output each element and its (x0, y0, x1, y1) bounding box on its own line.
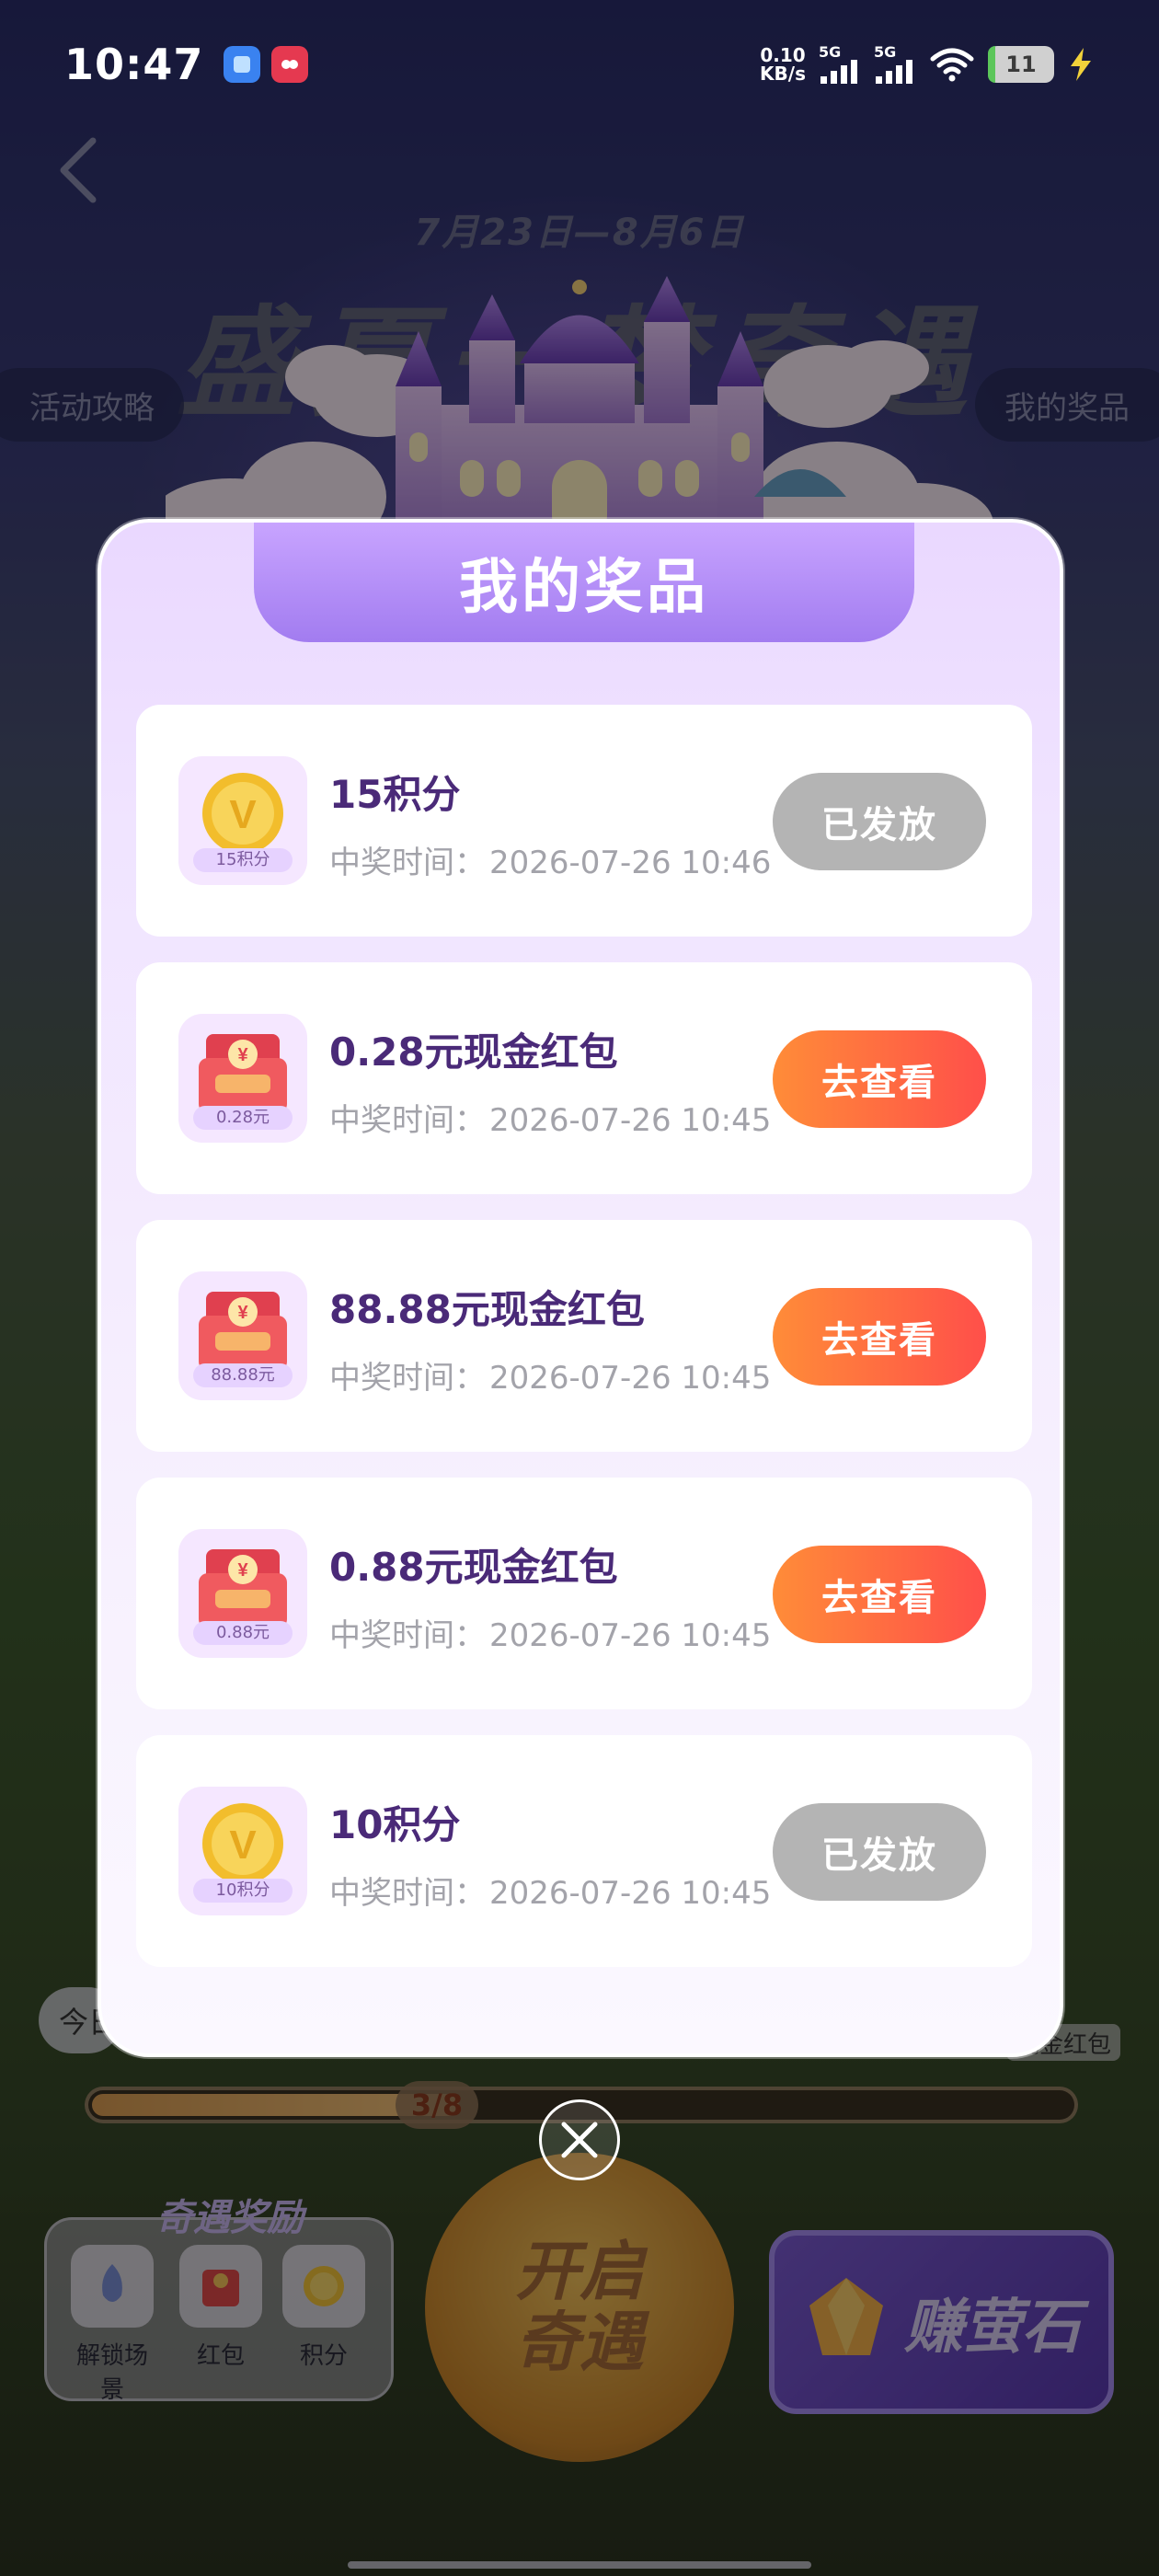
status-bar: 10:47 0.10 KB/s 5G 5G 11 (0, 0, 1159, 129)
prize-card: ¥ 0.88元 0.88元现金红包 中奖时间： 2026-07-26 10:45 … (136, 1478, 1032, 1709)
signal-bars-icon (820, 60, 857, 84)
svg-text:¥: ¥ (237, 1045, 248, 1065)
clock: 10:47 (64, 40, 204, 89)
prize-name: 0.88元现金红包 (329, 1545, 618, 1590)
prize-name: 88.88元现金红包 (329, 1287, 645, 1332)
close-icon (561, 2122, 598, 2158)
my-prizes-modal: 我的奖品 V 15积分 15积分 中奖时间： 2026-07-26 10:46 已… (98, 519, 1063, 2057)
prize-card: V 10积分 10积分 中奖时间： 2026-07-26 10:45 已发放 (136, 1735, 1032, 1967)
prize-time: 中奖时间： 2026-07-26 10:45 (329, 1095, 771, 1140)
prize-card: V 15积分 15积分 中奖时间： 2026-07-26 10:46 已发放 (136, 705, 1032, 937)
prize-name: 10积分 (329, 1802, 461, 1847)
prize-icon: V 15积分 (178, 756, 307, 885)
prize-icon-label: 10积分 (193, 1879, 293, 1903)
network-speed-unit: KB/s (760, 63, 806, 85)
svg-text:¥: ¥ (237, 1560, 248, 1581)
signal-bars-icon (876, 60, 912, 84)
prize-icon-label: 0.88元 (193, 1621, 293, 1645)
app-notification-icon (224, 46, 261, 83)
prize-icon: V 10积分 (178, 1787, 307, 1915)
prize-time-value: 2026-07-26 10:45 (489, 1360, 772, 1397)
prize-card: ¥ 88.88元 88.88元现金红包 中奖时间： 2026-07-26 10:4… (136, 1220, 1032, 1452)
prize-time: 中奖时间： 2026-07-26 10:45 (329, 1868, 771, 1913)
view-prize-button[interactable]: 去查看 (773, 1546, 986, 1643)
battery-level-fill (988, 46, 995, 83)
prize-name: 15积分 (329, 772, 461, 817)
close-modal-button[interactable] (539, 2099, 620, 2180)
prize-icon-label: 15积分 (193, 848, 293, 872)
prize-time-value: 2026-07-26 10:46 (489, 845, 772, 881)
view-prize-button[interactable]: 去查看 (773, 1288, 986, 1386)
sim1-label: 5G (819, 43, 842, 61)
prize-icon: ¥ 0.88元 (178, 1529, 307, 1658)
charging-bolt-icon (1071, 48, 1091, 81)
prize-card: ¥ 0.28元 0.28元现金红包 中奖时间： 2026-07-26 10:45 … (136, 962, 1032, 1194)
prize-time-label: 中奖时间： (329, 1617, 486, 1654)
app-notification-icon (271, 46, 309, 83)
prize-icon-label: 0.28元 (193, 1106, 293, 1130)
prize-time: 中奖时间： 2026-07-26 10:45 (329, 1610, 771, 1655)
sim2-label: 5G (874, 43, 897, 61)
prize-icon: ¥ 0.28元 (178, 1014, 307, 1143)
battery-level-text: 11 (1005, 52, 1037, 77)
prize-time-label: 中奖时间： (329, 1875, 486, 1912)
svg-text:¥: ¥ (237, 1303, 248, 1323)
svg-text:V: V (229, 792, 257, 837)
prize-time-value: 2026-07-26 10:45 (489, 1875, 772, 1912)
prize-icon-label: 88.88元 (193, 1363, 293, 1387)
prize-issued-button[interactable]: 已发放 (773, 1803, 986, 1901)
view-prize-button[interactable]: 去查看 (773, 1030, 986, 1128)
prize-time: 中奖时间： 2026-07-26 10:46 (329, 837, 771, 882)
prize-time-label: 中奖时间： (329, 1360, 486, 1397)
svg-text:V: V (229, 1823, 257, 1868)
wifi-icon (930, 48, 974, 82)
prize-time-value: 2026-07-26 10:45 (489, 1102, 772, 1139)
prize-icon: ¥ 88.88元 (178, 1271, 307, 1400)
signal-sim1: 5G (819, 45, 861, 84)
signal-sim2: 5G (874, 45, 916, 84)
prize-issued-button[interactable]: 已发放 (773, 773, 986, 870)
battery-indicator: 11 (988, 46, 1054, 83)
prize-time: 中奖时间： 2026-07-26 10:45 (329, 1352, 771, 1397)
prize-time-label: 中奖时间： (329, 1102, 486, 1139)
prize-time-value: 2026-07-26 10:45 (489, 1617, 772, 1654)
network-speed-value: 0.10 (760, 44, 806, 66)
prize-name: 0.28元现金红包 (329, 1029, 618, 1075)
modal-title: 我的奖品 (254, 523, 914, 642)
network-speed: 0.10 KB/s (760, 46, 806, 83)
prize-time-label: 中奖时间： (329, 845, 486, 881)
